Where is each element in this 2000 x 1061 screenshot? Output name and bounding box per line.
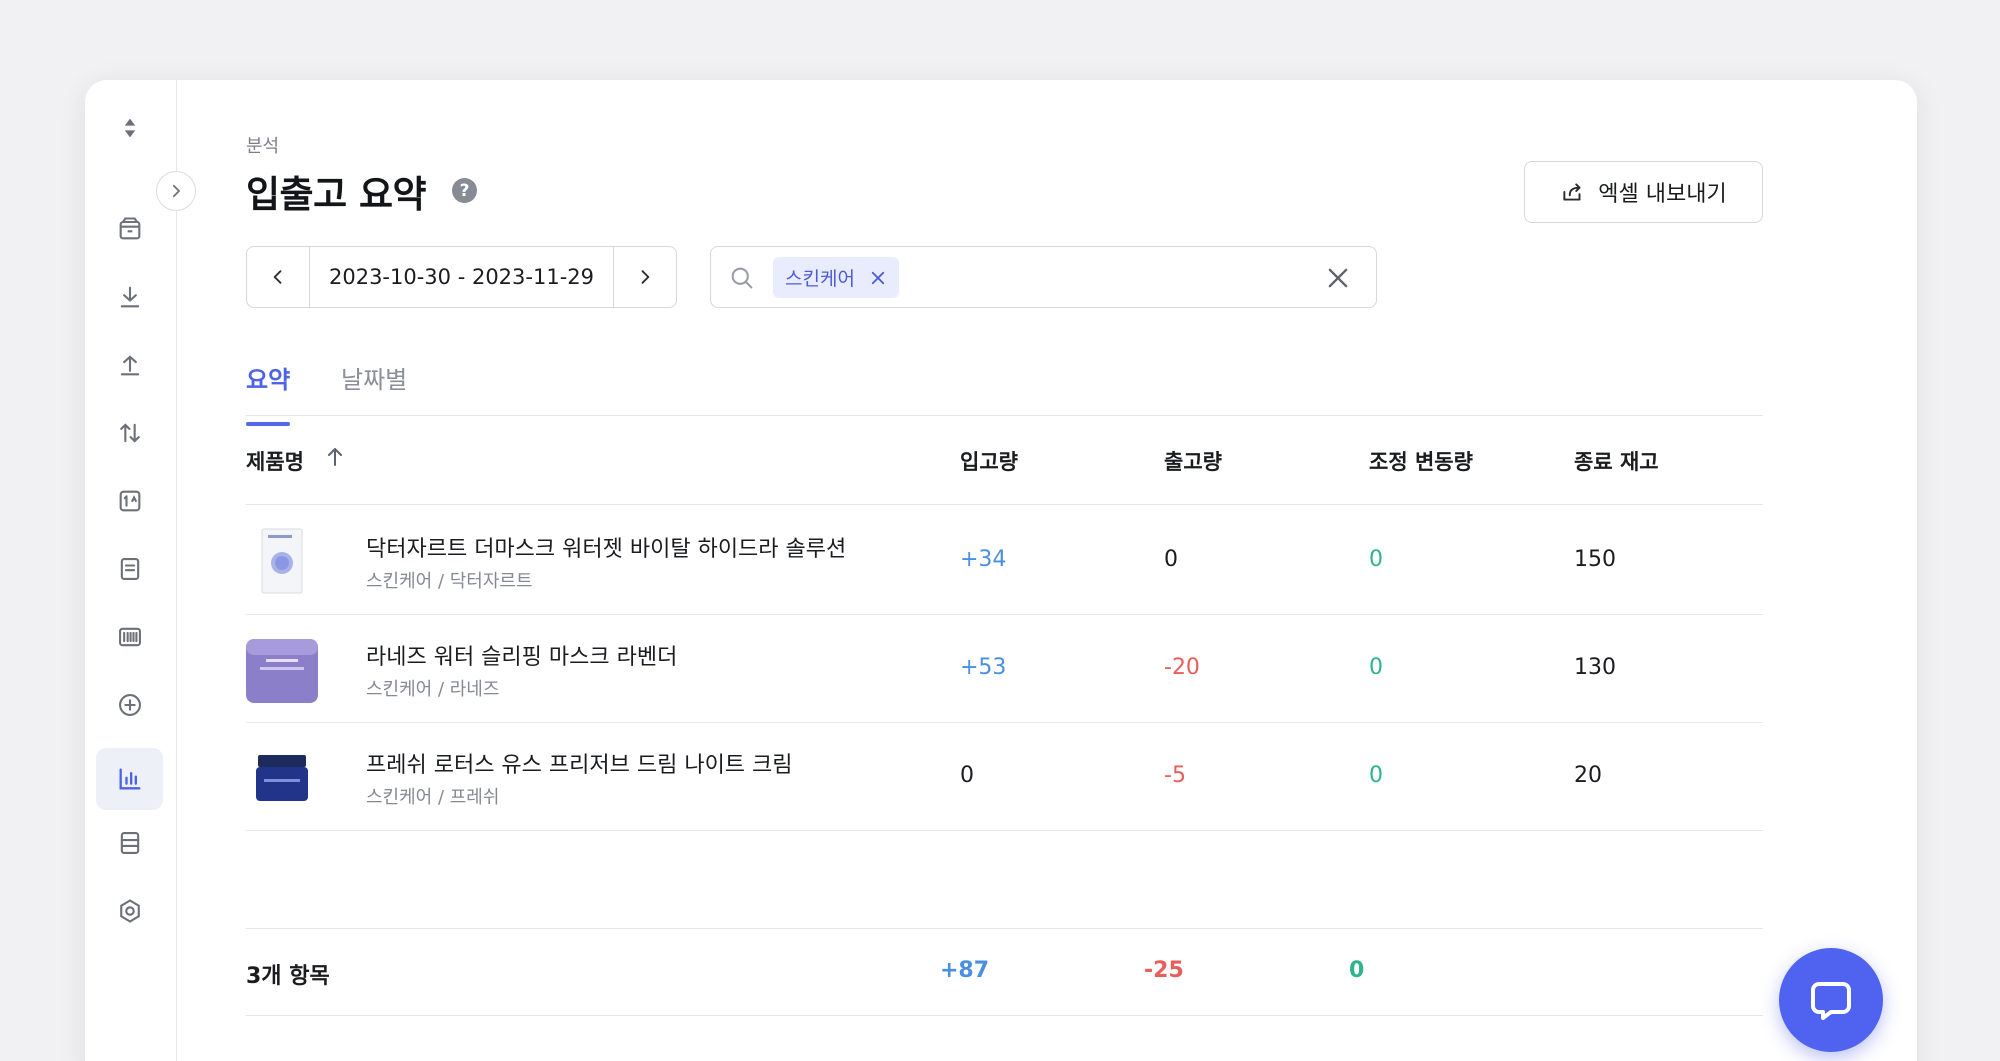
sidebar-expand-button[interactable] <box>156 171 196 211</box>
add-circle-icon[interactable] <box>96 674 163 736</box>
box-icon[interactable] <box>96 198 163 260</box>
prev-range-button[interactable] <box>247 247 310 307</box>
adjustment-value: 0 <box>1369 547 1383 572</box>
tab-summary[interactable]: 요약 <box>246 360 291 426</box>
product-name: 닥터자르트 더마스크 워터젯 바이탈 하이드라 솔루션 <box>366 537 847 562</box>
chip-remove-icon[interactable] <box>869 269 887 287</box>
barcode-icon[interactable] <box>96 606 163 668</box>
product-thumbnail <box>246 633 318 705</box>
page-title: 입출고 요약 <box>246 173 427 216</box>
date-range-text[interactable]: 2023-10-30 - 2023-11-29 <box>310 247 613 307</box>
inbound-value: 0 <box>960 763 974 788</box>
inbound-value: +34 <box>960 547 1007 572</box>
adjust-icon[interactable] <box>96 470 163 532</box>
sidebar <box>85 80 177 1061</box>
share-icon <box>1563 183 1581 201</box>
table-footer: 3개 항목 +87 -25 0 <box>246 928 1763 1016</box>
filter-chip: 스킨케어 <box>773 257 899 298</box>
chevron-right-icon <box>641 270 650 284</box>
settings-icon[interactable] <box>96 880 163 942</box>
adjustment-value: 0 <box>1369 763 1383 788</box>
col-adjustment[interactable]: 조정 변동량 <box>1369 446 1473 476</box>
product-name: 라네즈 워터 슬리핑 마스크 라벤더 <box>366 645 678 670</box>
chevron-right-icon <box>172 184 180 198</box>
outbound-value: -5 <box>1164 763 1186 788</box>
list-icon[interactable] <box>96 812 163 874</box>
date-range-picker: 2023-10-30 - 2023-11-29 <box>246 246 677 308</box>
export-excel-button[interactable]: 엑셀 내보내기 <box>1524 161 1763 223</box>
breadcrumb: 분석 <box>246 136 280 157</box>
total-inbound: +87 <box>940 958 990 983</box>
adjustment-value: 0 <box>1369 655 1383 680</box>
search-icon <box>731 267 753 289</box>
bar-chart-icon[interactable] <box>96 748 163 810</box>
total-outbound: -25 <box>1144 958 1184 983</box>
product-category: 스킨케어 / 프레쉬 <box>366 787 500 808</box>
next-range-button[interactable] <box>613 247 676 307</box>
ending-stock-value: 130 <box>1574 655 1616 680</box>
item-count: 3개 항목 <box>246 964 330 989</box>
transfer-icon[interactable] <box>96 402 163 464</box>
col-outbound[interactable]: 출고량 <box>1164 446 1222 476</box>
clear-search-icon[interactable] <box>1324 264 1352 292</box>
product-category: 스킨케어 / 닥터자르트 <box>366 571 533 592</box>
ending-stock-value: 20 <box>1574 763 1602 788</box>
product-thumbnail <box>246 525 318 597</box>
table-row[interactable]: 프레쉬 로터스 유스 프리저브 드림 나이트 크림 스킨케어 / 프레쉬 0 -… <box>246 723 1763 831</box>
tab-by-date[interactable]: 날짜별 <box>341 360 407 409</box>
outbound-value: -20 <box>1164 655 1200 680</box>
product-name: 프레쉬 로터스 유스 프리저브 드림 나이트 크림 <box>366 753 793 778</box>
total-adjustment: 0 <box>1349 958 1365 983</box>
sort-asc-icon[interactable] <box>323 444 347 470</box>
app-window: 분석 입출고 요약 ? 엑셀 내보내기 2023-10-30 - 2023-11… <box>85 80 1917 1061</box>
table-header: 제품명 입고량 출고량 조정 변동량 종료 재고 <box>246 416 1763 505</box>
tab-bar: 요약 날짜별 <box>246 360 1763 426</box>
product-thumbnail <box>246 741 318 813</box>
help-icon[interactable]: ? <box>452 178 477 203</box>
product-category: 스킨케어 / 라네즈 <box>366 679 500 700</box>
ending-stock-value: 150 <box>1574 547 1616 572</box>
filter-chip-label: 스킨케어 <box>785 268 855 290</box>
table-row[interactable]: 라네즈 워터 슬리핑 마스크 라벤더 스킨케어 / 라네즈 +53 -20 0 … <box>246 615 1763 723</box>
col-ending-stock[interactable]: 종료 재고 <box>1574 446 1659 476</box>
chat-icon <box>1811 982 1851 1020</box>
search-input[interactable]: 스킨케어 <box>710 246 1377 308</box>
export-label: 엑셀 내보내기 <box>1598 182 1727 207</box>
inbound-value: +53 <box>960 655 1007 680</box>
sort-icon[interactable] <box>96 97 163 159</box>
chevron-left-icon <box>273 270 282 284</box>
chat-support-button[interactable] <box>1779 948 1883 1052</box>
col-product-name[interactable]: 제품명 <box>246 446 304 476</box>
outbound-value: 0 <box>1164 547 1178 572</box>
table-row[interactable]: 닥터자르트 더마스크 워터젯 바이탈 하이드라 솔루션 스킨케어 / 닥터자르트… <box>246 507 1763 615</box>
inbound-icon[interactable] <box>96 266 163 328</box>
outbound-icon[interactable] <box>96 334 163 396</box>
col-inbound[interactable]: 입고량 <box>960 446 1018 476</box>
document-icon[interactable] <box>96 538 163 600</box>
